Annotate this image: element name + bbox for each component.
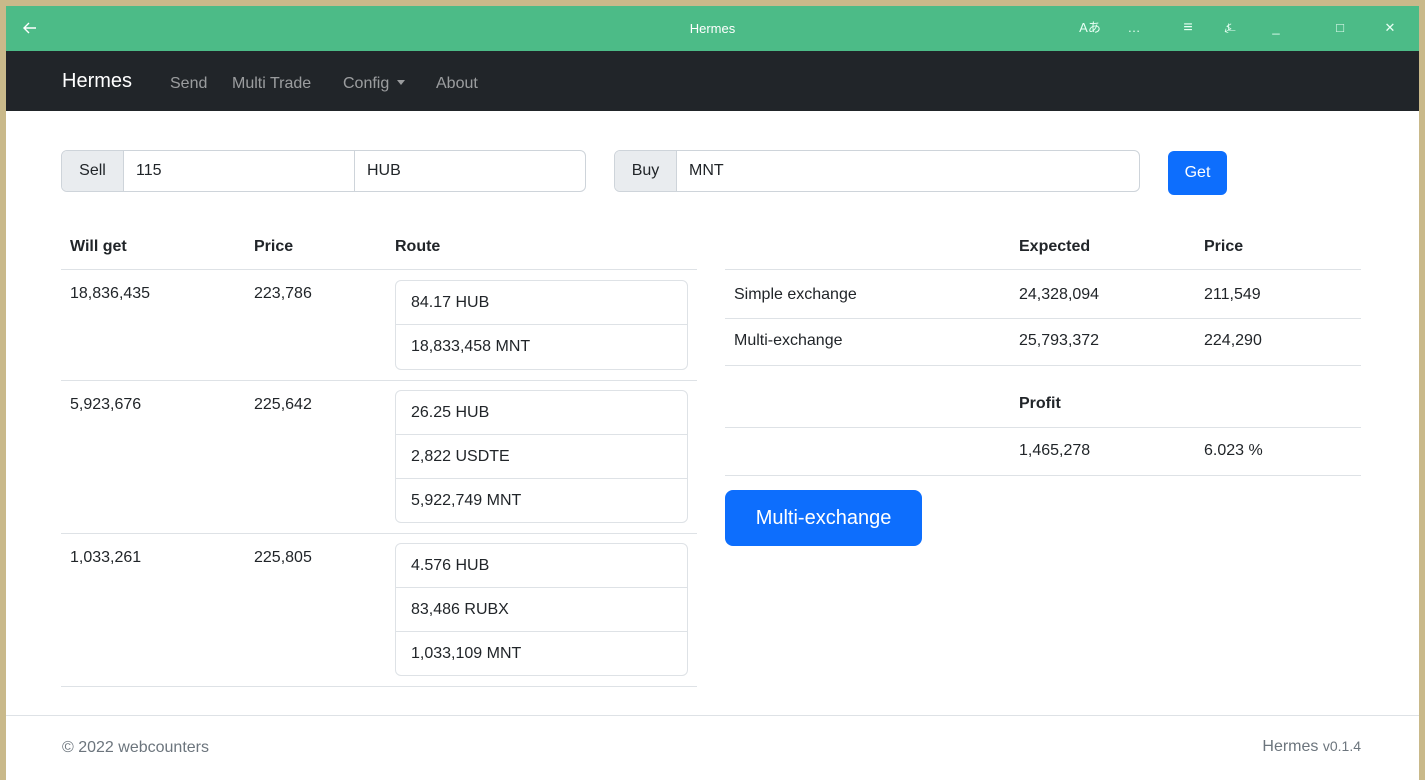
header-will-get: Will get (70, 238, 127, 255)
sell-input-group: Sell (61, 150, 586, 192)
multi-exchange-price: 224,290 (1204, 332, 1262, 349)
simple-exchange-expected: 24,328,094 (1019, 286, 1100, 303)
row2-route: 26.25 HUB 2,822 USDTE 5,922,749 MNT (395, 390, 688, 523)
back-arrow-icon[interactable] (18, 16, 42, 40)
nav-config-dropdown[interactable]: Config (343, 75, 406, 93)
minimize-icon[interactable]: _ (1262, 16, 1290, 40)
footer-version: v0.1.4 (1322, 738, 1361, 754)
footer-copyright: © 2022 webcounters (62, 739, 209, 756)
simple-exchange-label: Simple exchange (734, 286, 857, 303)
route-step: 83,486 RUBX (396, 588, 687, 632)
route-step: 4.576 HUB (396, 544, 687, 588)
row-divider (61, 380, 697, 381)
route-step: 2,822 USDTE (396, 435, 687, 479)
window-title: Hermes (689, 21, 736, 36)
nav-multi-trade[interactable]: Multi Trade (232, 75, 311, 93)
footer-divider (6, 715, 1419, 716)
sell-amount-input[interactable] (124, 151, 354, 191)
menu-icon[interactable]: ≡ (1174, 16, 1202, 40)
header-summary-price: Price (1204, 238, 1244, 255)
caret-down-icon (397, 80, 406, 85)
route-step: 1,033,109 MNT (411, 645, 522, 662)
buy-label: Buy (615, 151, 677, 191)
multi-exchange-expected: 25,793,372 (1019, 332, 1100, 349)
translate-icon[interactable]: Aあ (1076, 16, 1104, 40)
buy-input-group: Buy (614, 150, 1140, 192)
more-icon[interactable]: … (1120, 16, 1148, 40)
profit-value: 1,465,278 (1019, 442, 1091, 459)
simple-exchange-price: 211,549 (1204, 286, 1261, 303)
profit-percent: 6.023 % (1204, 442, 1263, 459)
footer-version-info: Hermes v0.1.4 (1262, 738, 1361, 756)
summary-row-divider (725, 318, 1361, 319)
header-profit: Profit (1019, 395, 1061, 412)
get-button[interactable]: Get (1168, 151, 1227, 195)
route-step: 26.25 HUB (396, 391, 687, 435)
route-step: 5,922,749 MNT (411, 492, 522, 509)
summary-header-divider (725, 269, 1361, 270)
app-window: Hermes Aあ … ≡ ⍼ _ □ ✕ Hermes Send Multi … (6, 6, 1419, 780)
sell-label: Sell (62, 151, 124, 191)
row1-will-get: 18,836,435 (70, 285, 151, 302)
summary-row-divider (725, 365, 1361, 366)
navbar: Hermes Send Multi Trade Config About (6, 51, 1419, 111)
header-price: Price (254, 238, 294, 255)
row-divider (61, 533, 697, 534)
nav-config-label: Config (343, 75, 390, 92)
route-step: 84.17 HUB (396, 281, 687, 325)
row2-will-get: 5,923,676 (70, 396, 142, 413)
row3-route: 4.576 HUB 83,486 RUBX 1,033,109 MNT (395, 543, 688, 676)
header-route: Route (395, 238, 441, 255)
route-step: 18,833,458 MNT (411, 338, 531, 355)
pin-icon[interactable]: ⍼ (1216, 16, 1244, 40)
row-divider (61, 686, 697, 687)
nav-about[interactable]: About (436, 75, 478, 93)
profit-row-divider (725, 475, 1361, 476)
maximize-icon[interactable]: □ (1326, 16, 1354, 40)
navbar-brand[interactable]: Hermes (62, 70, 132, 93)
profit-header-divider (725, 427, 1361, 428)
sell-coin-input[interactable] (355, 151, 585, 191)
footer-app-name: Hermes (1262, 738, 1319, 755)
buy-coin-input[interactable] (677, 151, 1139, 191)
row2-price: 225,642 (254, 396, 312, 413)
routes-header-divider (61, 269, 697, 270)
header-expected: Expected (1019, 238, 1091, 255)
multi-exchange-label: Multi-exchange (734, 332, 843, 349)
row3-price: 225,805 (254, 549, 312, 566)
multi-exchange-button[interactable]: Multi-exchange (725, 490, 922, 546)
title-bar: Hermes Aあ … ≡ ⍼ _ □ ✕ (6, 6, 1419, 51)
row1-route: 84.17 HUB 18,833,458 MNT (395, 280, 688, 370)
close-icon[interactable]: ✕ (1376, 16, 1404, 40)
row1-price: 223,786 (254, 285, 312, 302)
row3-will-get: 1,033,261 (70, 549, 142, 566)
nav-send[interactable]: Send (170, 75, 207, 93)
